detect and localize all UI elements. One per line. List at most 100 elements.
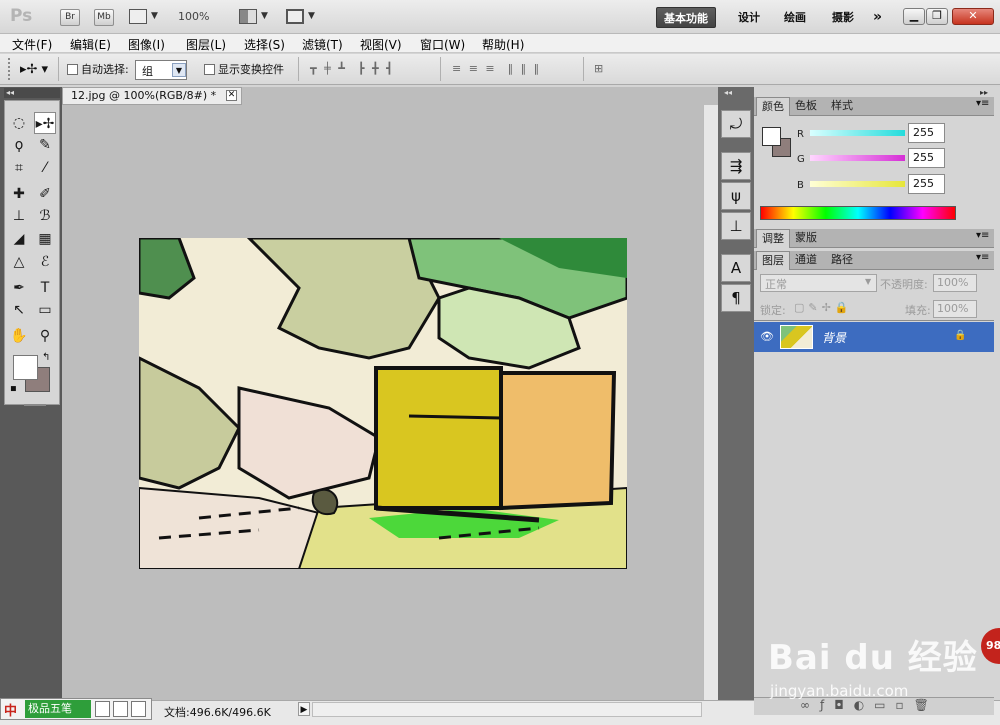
tab-styles[interactable]: 样式 [826, 97, 858, 116]
actions-panel-icon[interactable]: ⇶ [721, 152, 751, 180]
default-colors-icon[interactable]: ◾ [10, 384, 17, 394]
history-panel-icon[interactable]: ⤾ [721, 110, 751, 138]
horizontal-scrollbar[interactable] [312, 702, 702, 717]
tab-color[interactable]: 颜色 [756, 97, 790, 116]
history-brush-tool[interactable]: ℬ [34, 205, 56, 227]
quick-selection-tool[interactable]: ✎ [34, 134, 56, 156]
menu-filter[interactable]: 滤镜(T) [302, 36, 343, 53]
distribute-buttons[interactable]: ≡ ≡ ≡ ‖ ‖ ‖ [452, 62, 541, 76]
blur-tool[interactable]: △ [8, 251, 30, 273]
align-buttons[interactable]: ┳ ╪ ┻ ┣ ╋ ┫ [310, 62, 395, 76]
tab-paths[interactable]: 路径 [826, 251, 858, 270]
close-tab-icon[interactable]: ✕ [226, 90, 237, 101]
collapse-icon[interactable]: ◂◂ [6, 88, 14, 97]
brush-tool[interactable]: ✐ [34, 183, 56, 205]
dodge-tool[interactable]: ℰ [34, 251, 56, 273]
menu-file[interactable]: 文件(F) [12, 36, 52, 53]
foreground-color-swatch[interactable] [13, 355, 38, 380]
paragraph-panel-icon[interactable]: ¶ [721, 284, 751, 312]
panel-menu-icon[interactable]: ▾≡ [976, 230, 989, 241]
move-tool-preset-icon[interactable]: ▸✢ ▾ [20, 62, 48, 77]
path-selection-tool[interactable]: ↖ [8, 299, 30, 321]
ime-button[interactable] [131, 701, 146, 717]
tab-layers[interactable]: 图层 [756, 251, 790, 270]
marquee-tool[interactable]: ◌ [8, 112, 30, 134]
workspace-essentials[interactable]: 基本功能 [656, 7, 716, 28]
more-workspaces-icon[interactable]: » [866, 7, 889, 28]
crop-tool[interactable]: ⌗ [8, 157, 30, 179]
channel-g-value[interactable]: 255 [908, 148, 945, 168]
layer-name[interactable]: 背景 [822, 329, 846, 346]
lock-buttons[interactable]: ▢✎✢🔒 [794, 301, 853, 314]
menu-window[interactable]: 窗口(W) [420, 36, 465, 53]
bridge-button[interactable]: Br [60, 9, 80, 26]
screen-mode-dropdown[interactable]: ▼ [286, 9, 320, 25]
menu-select[interactable]: 选择(S) [244, 36, 285, 53]
mini-bridge-button[interactable]: Mb [94, 9, 114, 26]
collapse-icon[interactable]: ▸▸ [980, 88, 988, 97]
pen-tool[interactable]: ✒ [8, 277, 30, 299]
close-button[interactable]: ✕ [952, 8, 994, 25]
clone-stamp-tool[interactable]: ⊥ [8, 205, 30, 227]
expand-icon[interactable]: ◂◂ [724, 88, 732, 97]
zoom-level[interactable]: 100% [178, 10, 209, 23]
status-menu-arrow-icon[interactable]: ▶ [298, 702, 310, 716]
arrange-documents-dropdown[interactable]: ▼ [239, 9, 273, 25]
ime-button[interactable] [113, 701, 128, 717]
eyedropper-tool[interactable]: ⁄ [34, 157, 56, 179]
ime-toolbar[interactable]: 中 极品五笔 [0, 698, 152, 720]
layer-row[interactable]: 👁 背景 🔒 [754, 322, 994, 352]
healing-brush-tool[interactable]: ✚ [8, 183, 30, 205]
channel-r-value[interactable]: 255 [908, 123, 945, 143]
lasso-tool[interactable]: ϙ [8, 134, 30, 156]
foreground-color-swatch[interactable] [762, 127, 781, 146]
view-extras-dropdown[interactable]: ▼ [129, 9, 163, 25]
channel-g-slider[interactable] [810, 155, 905, 161]
workspace-painting[interactable]: 绘画 [777, 7, 813, 28]
menu-image[interactable]: 图像(I) [128, 36, 165, 53]
tab-masks[interactable]: 蒙版 [790, 229, 822, 248]
workspace-design[interactable]: 设计 [731, 7, 767, 28]
eye-visibility-icon[interactable]: 👁 [760, 330, 774, 343]
zoom-tool[interactable]: ⚲ [34, 325, 56, 347]
hand-tool[interactable]: ✋ [8, 325, 30, 347]
layer-actions[interactable]: ∞ƒ◘◐▭▫🗑 [800, 698, 939, 712]
vertical-scrollbar[interactable] [703, 105, 718, 700]
swap-colors-icon[interactable]: ↰ [42, 352, 50, 363]
auto-select-checkbox[interactable] [67, 64, 78, 75]
tab-swatches[interactable]: 色板 [790, 97, 822, 116]
auto-align-button[interactable]: ⊞ [594, 62, 605, 76]
panel-menu-icon[interactable]: ▾≡ [976, 252, 989, 263]
menu-layer[interactable]: 图层(L) [186, 36, 226, 53]
quick-mask-button[interactable] [24, 404, 46, 406]
show-transform-checkbox[interactable] [204, 64, 215, 75]
minimize-button[interactable]: ▁ [903, 8, 925, 25]
clone-source-icon[interactable]: ⊥ [721, 212, 751, 240]
tab-channels[interactable]: 通道 [790, 251, 822, 270]
workspace-photography[interactable]: 摄影 [825, 7, 861, 28]
auto-select-dropdown[interactable]: 组 ▼ [135, 60, 187, 80]
channel-r-slider[interactable] [810, 130, 905, 136]
color-spectrum-bar[interactable] [760, 206, 956, 220]
restore-button[interactable]: ❐ [926, 8, 948, 25]
document-tab[interactable]: 12.jpg @ 100%(RGB/8#) * [62, 87, 242, 105]
blend-mode-dropdown[interactable]: 正常 ▼ [760, 274, 877, 292]
gradient-tool[interactable]: ▦ [34, 228, 56, 250]
ime-button[interactable] [95, 701, 110, 717]
brush-presets-icon[interactable]: ψ [721, 182, 751, 210]
tab-adjustments[interactable]: 调整 [756, 229, 790, 248]
panel-menu-icon[interactable]: ▾≡ [976, 98, 989, 109]
channel-b-value[interactable]: 255 [908, 174, 945, 194]
menu-help[interactable]: 帮助(H) [482, 36, 524, 53]
move-tool[interactable]: ▸✢ [34, 112, 56, 134]
opacity-value[interactable]: 100% [933, 274, 977, 292]
eraser-tool[interactable]: ◢ [8, 228, 30, 250]
type-tool[interactable]: T [34, 277, 56, 299]
channel-b-slider[interactable] [810, 181, 905, 187]
character-panel-icon[interactable]: A [721, 254, 751, 282]
rectangle-tool[interactable]: ▭ [34, 299, 56, 321]
menu-view[interactable]: 视图(V) [360, 36, 402, 53]
image-canvas[interactable] [139, 238, 627, 569]
menu-edit[interactable]: 编辑(E) [70, 36, 111, 53]
fill-value[interactable]: 100% [933, 300, 977, 318]
